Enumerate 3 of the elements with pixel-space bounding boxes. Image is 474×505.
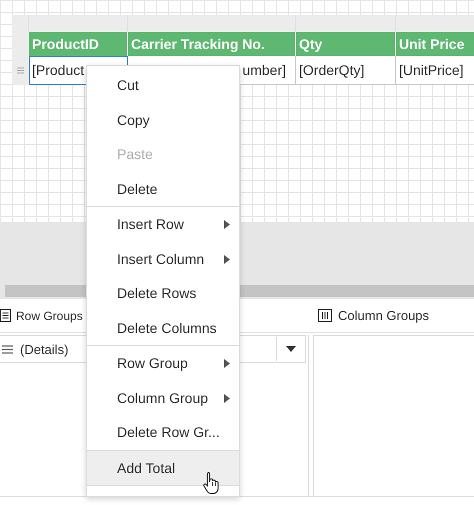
group-label: (Details) [20, 342, 68, 356]
panel-title: Column Groups [338, 308, 430, 323]
panel-title: Row Groups [16, 308, 83, 322]
